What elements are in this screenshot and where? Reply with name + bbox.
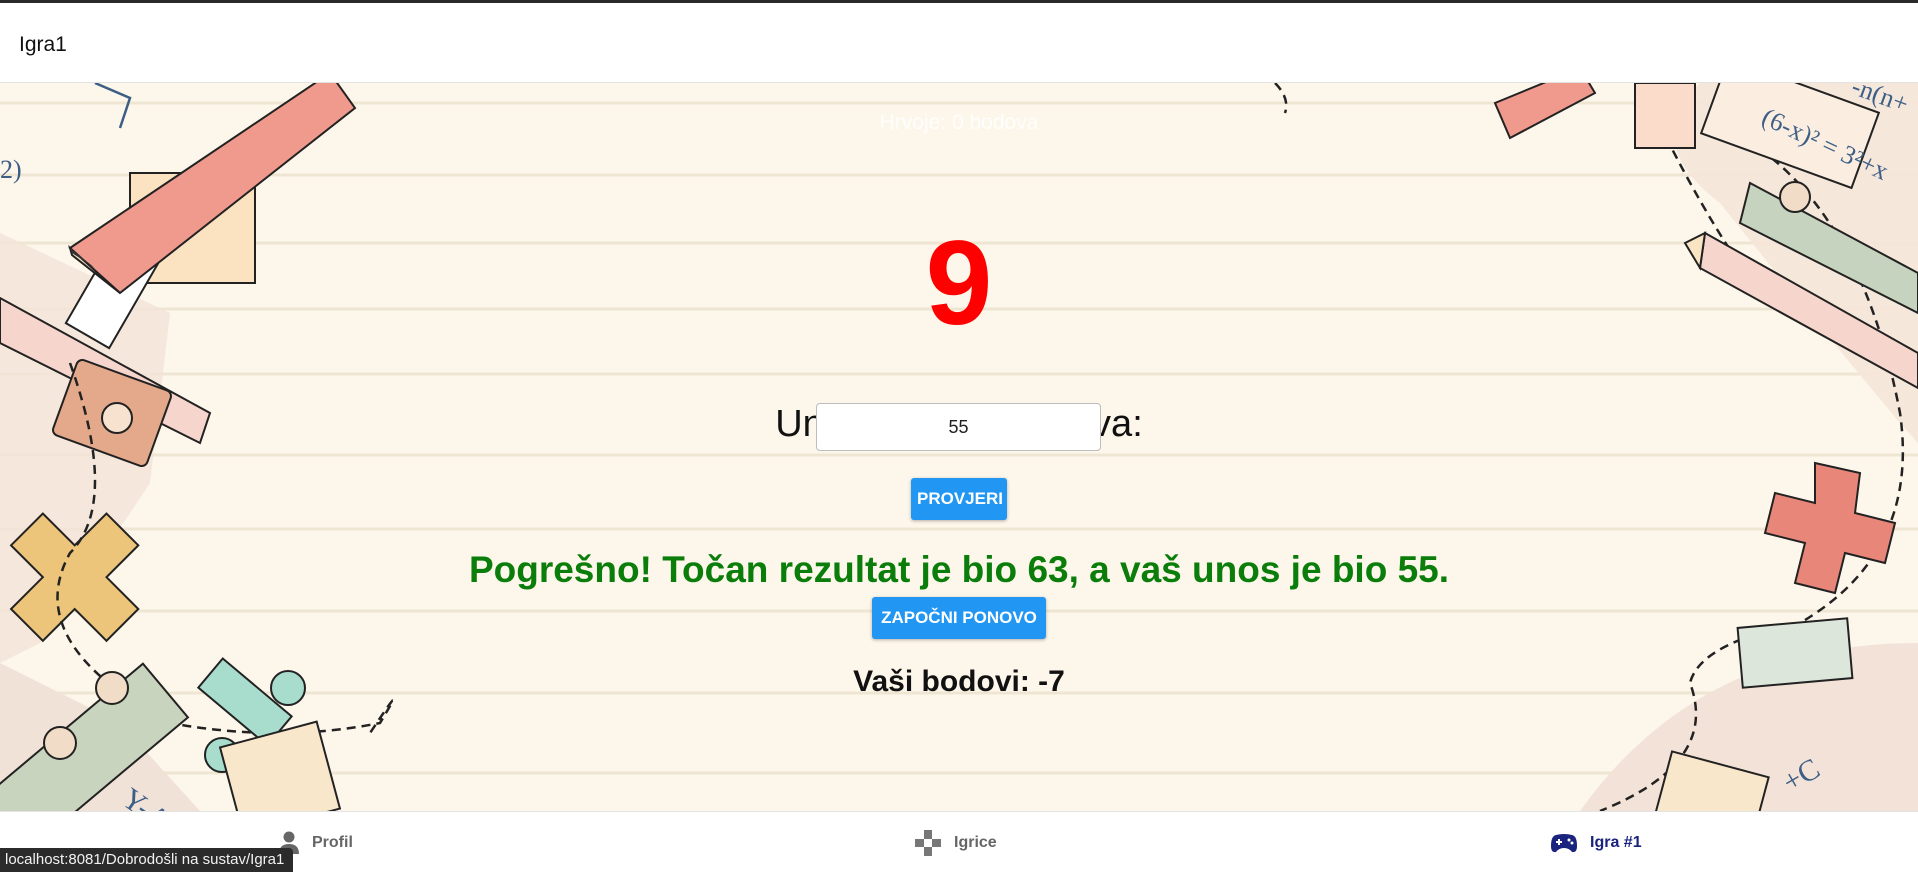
- browser-status-url: localhost:8081/Dobrodošli na sustav/Igra…: [0, 848, 294, 872]
- bg-math-left: 2): [0, 155, 22, 184]
- gamepad-icon: [915, 829, 941, 856]
- answer-input[interactable]: [816, 403, 1101, 451]
- app-header: Igra1: [0, 3, 1918, 83]
- player-score-hint: Hrvoje: 0 bodova: [879, 111, 1039, 134]
- score-display: Vaši bodovi: -7: [853, 665, 1065, 698]
- nav-label-profil: Profil: [312, 833, 353, 851]
- check-button[interactable]: PROVJERI: [911, 478, 1007, 520]
- nav-item-igrice[interactable]: Igrice: [914, 812, 997, 873]
- result-message: Pogrešno! Točan rezultat je bio 63, a va…: [468, 549, 1450, 590]
- app-title: Igra1: [19, 33, 67, 56]
- nav-label-igrice: Igrice: [954, 833, 997, 851]
- restart-button[interactable]: ZAPOČNI PONOVO: [872, 597, 1046, 639]
- controller-icon: [1551, 833, 1577, 852]
- nav-label-igra-1: Igra #1: [1590, 833, 1642, 851]
- nav-item-igra-1[interactable]: Igra #1: [1550, 812, 1642, 873]
- displayed-number: 9: [925, 216, 993, 350]
